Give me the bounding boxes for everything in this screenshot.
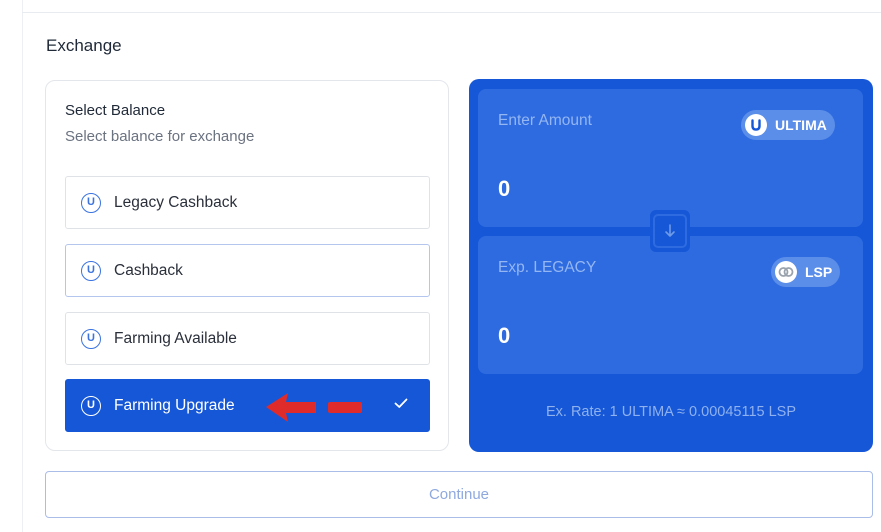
balance-option-farming-upgrade[interactable]: U Farming Upgrade bbox=[65, 379, 430, 432]
balance-option-legacy-cashback[interactable]: U Legacy Cashback bbox=[65, 176, 430, 229]
currency-ultima-label: ULTIMA bbox=[775, 117, 827, 133]
swap-button[interactable] bbox=[650, 210, 690, 252]
exchange-rate: Ex. Rate: 1 ULTIMA ≈ 0.00045115 LSP bbox=[545, 404, 797, 420]
panel-top-border bbox=[22, 12, 881, 13]
amount-label: Enter Amount bbox=[498, 112, 592, 129]
lsp-icon bbox=[775, 261, 797, 283]
balance-option-farming-available[interactable]: U Farming Available bbox=[65, 312, 430, 365]
ultima-icon: U bbox=[81, 395, 101, 416]
balance-option-label: Cashback bbox=[114, 261, 183, 279]
balance-option-label: Legacy Cashback bbox=[114, 193, 238, 211]
check-icon bbox=[394, 398, 408, 408]
balance-option-label: Farming Upgrade bbox=[114, 396, 235, 414]
continue-button[interactable]: Continue bbox=[45, 471, 873, 518]
amount-input[interactable]: 0 bbox=[498, 176, 510, 202]
select-balance-subtitle: Select balance for exchange bbox=[65, 128, 255, 145]
ultima-icon: U bbox=[81, 260, 101, 281]
balance-option-label: Farming Available bbox=[114, 329, 237, 347]
expected-value: 0 bbox=[498, 323, 511, 348]
currency-ultima-badge[interactable]: ULTIMA bbox=[741, 110, 835, 140]
currency-lsp-badge[interactable]: LSP bbox=[771, 257, 841, 287]
page-title: Exchange bbox=[46, 36, 122, 55]
annotation-arrow-icon bbox=[266, 393, 362, 422]
select-balance-title: Select Balance bbox=[65, 102, 166, 119]
balance-option-cashback[interactable]: U Cashback bbox=[65, 244, 430, 297]
ultima-icon: U bbox=[81, 192, 101, 213]
ultima-icon: U bbox=[81, 328, 101, 349]
ultima-icon bbox=[745, 114, 767, 136]
expected-label: Exp. LEGACY bbox=[498, 259, 597, 276]
panel-left-border bbox=[22, 0, 23, 532]
arrow-down-icon bbox=[665, 224, 675, 237]
currency-lsp-label: LSP bbox=[805, 264, 833, 280]
